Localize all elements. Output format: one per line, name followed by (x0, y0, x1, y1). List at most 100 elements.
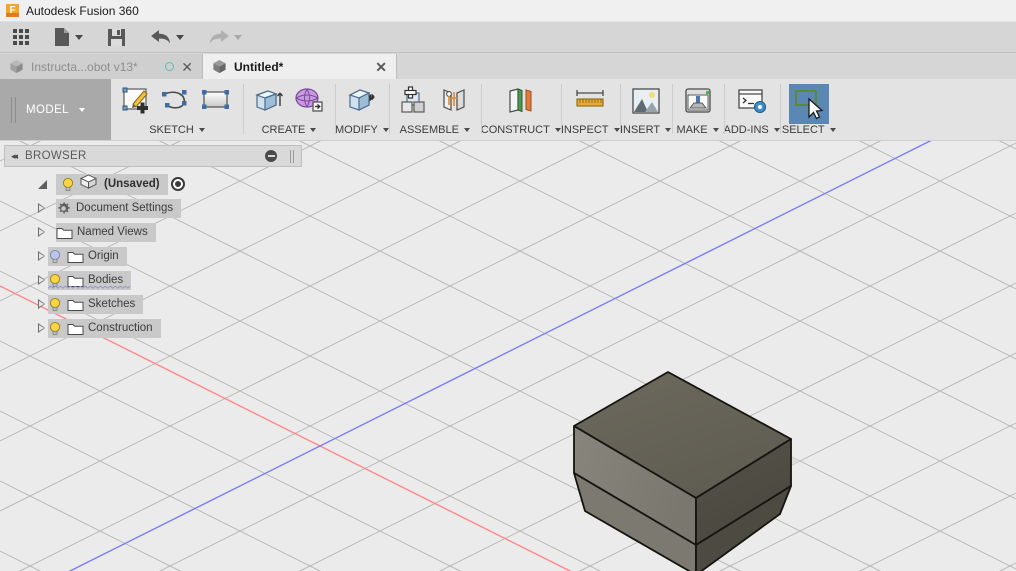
ribbon-group-sketch: SKETCH (111, 79, 243, 140)
ribbon-group-label-construct[interactable]: CONSTRUCT (481, 122, 561, 138)
new-component-icon[interactable] (398, 84, 432, 118)
close-icon[interactable]: ✕ (181, 60, 193, 74)
ribbon-group-label-addins[interactable]: ADD-INS (724, 122, 780, 138)
undo-button[interactable] (145, 24, 189, 50)
tree-row-bodies[interactable]: Bodies (0, 268, 300, 292)
select-tool-icon[interactable] (788, 84, 829, 124)
ribbon-group-label-inspect[interactable]: INSPECT (561, 122, 620, 138)
collapsed-triangle-icon[interactable] (38, 299, 45, 309)
browser-panel-header[interactable]: ◂◂ BROWSER (4, 145, 302, 167)
tree-item-label: Named Views (77, 226, 148, 238)
fusion360-window: F Autodesk Fusion 360 Instructa...obot v… (0, 0, 1016, 571)
save-button[interactable] (102, 24, 131, 50)
ribbon-group-label-insert[interactable]: INSERT (620, 122, 672, 138)
ribbon-group-insert: INSERT (619, 79, 672, 140)
group-label-text: MAKE (676, 124, 708, 136)
collapsed-triangle-icon[interactable] (38, 227, 45, 237)
sphere-mesh-icon[interactable] (292, 84, 326, 118)
tab-label: Untitled* (234, 59, 284, 74)
group-label-text: SELECT (781, 124, 825, 136)
tree-item-content[interactable]: Origin (48, 246, 127, 266)
scripts-addins-icon[interactable] (735, 84, 769, 118)
ribbon-group-assemble: ASSEMBLE (388, 79, 481, 140)
group-label-text: CONSTRUCT (480, 124, 550, 136)
document-tab-untitled[interactable]: Untitled* ✕ (203, 54, 397, 79)
viewport-canvas[interactable]: ◂◂ BROWSER (Unsaved) Document Settings N… (0, 141, 1016, 571)
lightbulb-on-icon[interactable] (48, 321, 62, 336)
tree-row-document-settings[interactable]: Document Settings (0, 196, 300, 220)
tree-item-label: Bodies (88, 274, 124, 286)
press-pull-icon[interactable] (345, 84, 379, 118)
ribbon-group-inspect: INSPECT (560, 79, 620, 140)
collapse-panel-icon[interactable]: ◂◂ (11, 151, 18, 162)
spline-icon[interactable] (160, 84, 194, 118)
lightbulb-off-icon[interactable] (48, 249, 62, 264)
collapsed-triangle-icon[interactable] (38, 203, 45, 213)
ribbon-group-label-assemble[interactable]: ASSEMBLE (400, 122, 470, 138)
chevron-down-icon (665, 128, 672, 132)
cube-icon (213, 59, 226, 74)
tree-item-content[interactable]: Document Settings (56, 198, 182, 218)
folder-icon (67, 322, 84, 335)
tree-item-content[interactable]: Named Views (56, 222, 156, 242)
offset-plane-icon[interactable] (504, 84, 538, 118)
workspace-switcher[interactable]: MODEL (0, 79, 111, 140)
quick-access-toolbar (0, 22, 1016, 53)
grid-icon (13, 29, 29, 45)
ribbon-group-label-modify[interactable]: MODIFY (335, 122, 389, 138)
tree-row-sketches[interactable]: Sketches (0, 292, 300, 316)
tree-item-label: Sketches (88, 298, 136, 310)
document-tab-instructables[interactable]: Instructa...obot v13* ✕ (0, 54, 203, 79)
tree-item-content[interactable]: Sketches (48, 294, 144, 314)
undo-icon (151, 30, 170, 44)
tree-row-root[interactable]: (Unsaved) (0, 172, 300, 196)
create-sketch-icon[interactable] (120, 84, 154, 118)
tab-label: Instructa...obot v13* (31, 59, 138, 74)
minus-circle-icon[interactable] (265, 150, 277, 162)
app-grid-button[interactable] (8, 24, 34, 50)
tree-item-content[interactable]: Bodies (48, 270, 132, 290)
browser-tree: (Unsaved) Document Settings Named Views … (0, 172, 300, 340)
chevron-down-icon (75, 34, 83, 40)
gear-icon (56, 201, 71, 216)
redo-button[interactable] (203, 24, 247, 50)
folder-icon (67, 250, 84, 263)
joint-icon[interactable] (438, 84, 472, 118)
ribbon-group-make: MAKE (671, 79, 724, 140)
measure-icon[interactable] (573, 84, 607, 118)
activate-component-radio[interactable] (170, 177, 185, 191)
tree-root-content[interactable]: (Unsaved) (56, 173, 168, 195)
ribbon-group-label-make[interactable]: MAKE (676, 122, 719, 138)
close-icon[interactable]: ✕ (375, 60, 387, 74)
collapsed-triangle-icon[interactable] (38, 323, 45, 333)
tree-item-content[interactable]: Construction (48, 318, 161, 338)
chevron-down-icon (310, 128, 317, 132)
save-icon (108, 28, 125, 46)
tree-row-named-views[interactable]: Named Views (0, 220, 300, 244)
ribbon-toolbar: MODEL SKETCH CREATE MODIFY ASSEMBLE CONS… (0, 79, 1016, 141)
resize-grip-icon[interactable] (290, 149, 295, 163)
ribbon-group-label-select[interactable]: SELECT (782, 122, 836, 138)
tree-row-origin[interactable]: Origin (0, 244, 300, 268)
file-button[interactable] (48, 24, 88, 50)
rectangle-icon[interactable] (200, 84, 234, 118)
collapsed-triangle-icon[interactable] (38, 251, 45, 261)
ribbon-group-create: CREATE (243, 79, 335, 140)
folder-icon (56, 226, 73, 239)
document-tab-bar: Instructa...obot v13* ✕ Untitled* ✕ (0, 53, 1016, 79)
tree-row-construction[interactable]: Construction (0, 316, 300, 340)
lightbulb-on-icon[interactable] (61, 177, 75, 192)
expanded-triangle-icon[interactable] (38, 179, 47, 189)
workspace-label: MODEL (26, 103, 69, 116)
3d-print-icon[interactable] (681, 84, 715, 118)
group-label-text: CREATE (261, 124, 306, 136)
window-title: Autodesk Fusion 360 (26, 3, 139, 18)
collapsed-triangle-icon[interactable] (38, 275, 45, 285)
lightbulb-on-icon[interactable] (48, 297, 62, 312)
extrude-icon[interactable] (252, 84, 286, 118)
ribbon-group-label-sketch[interactable]: SKETCH (149, 122, 205, 138)
tree-item-label: Document Settings (76, 202, 174, 214)
chevron-down-icon (198, 128, 205, 132)
insert-image-icon[interactable] (629, 84, 663, 118)
ribbon-group-label-create[interactable]: CREATE (262, 122, 317, 138)
